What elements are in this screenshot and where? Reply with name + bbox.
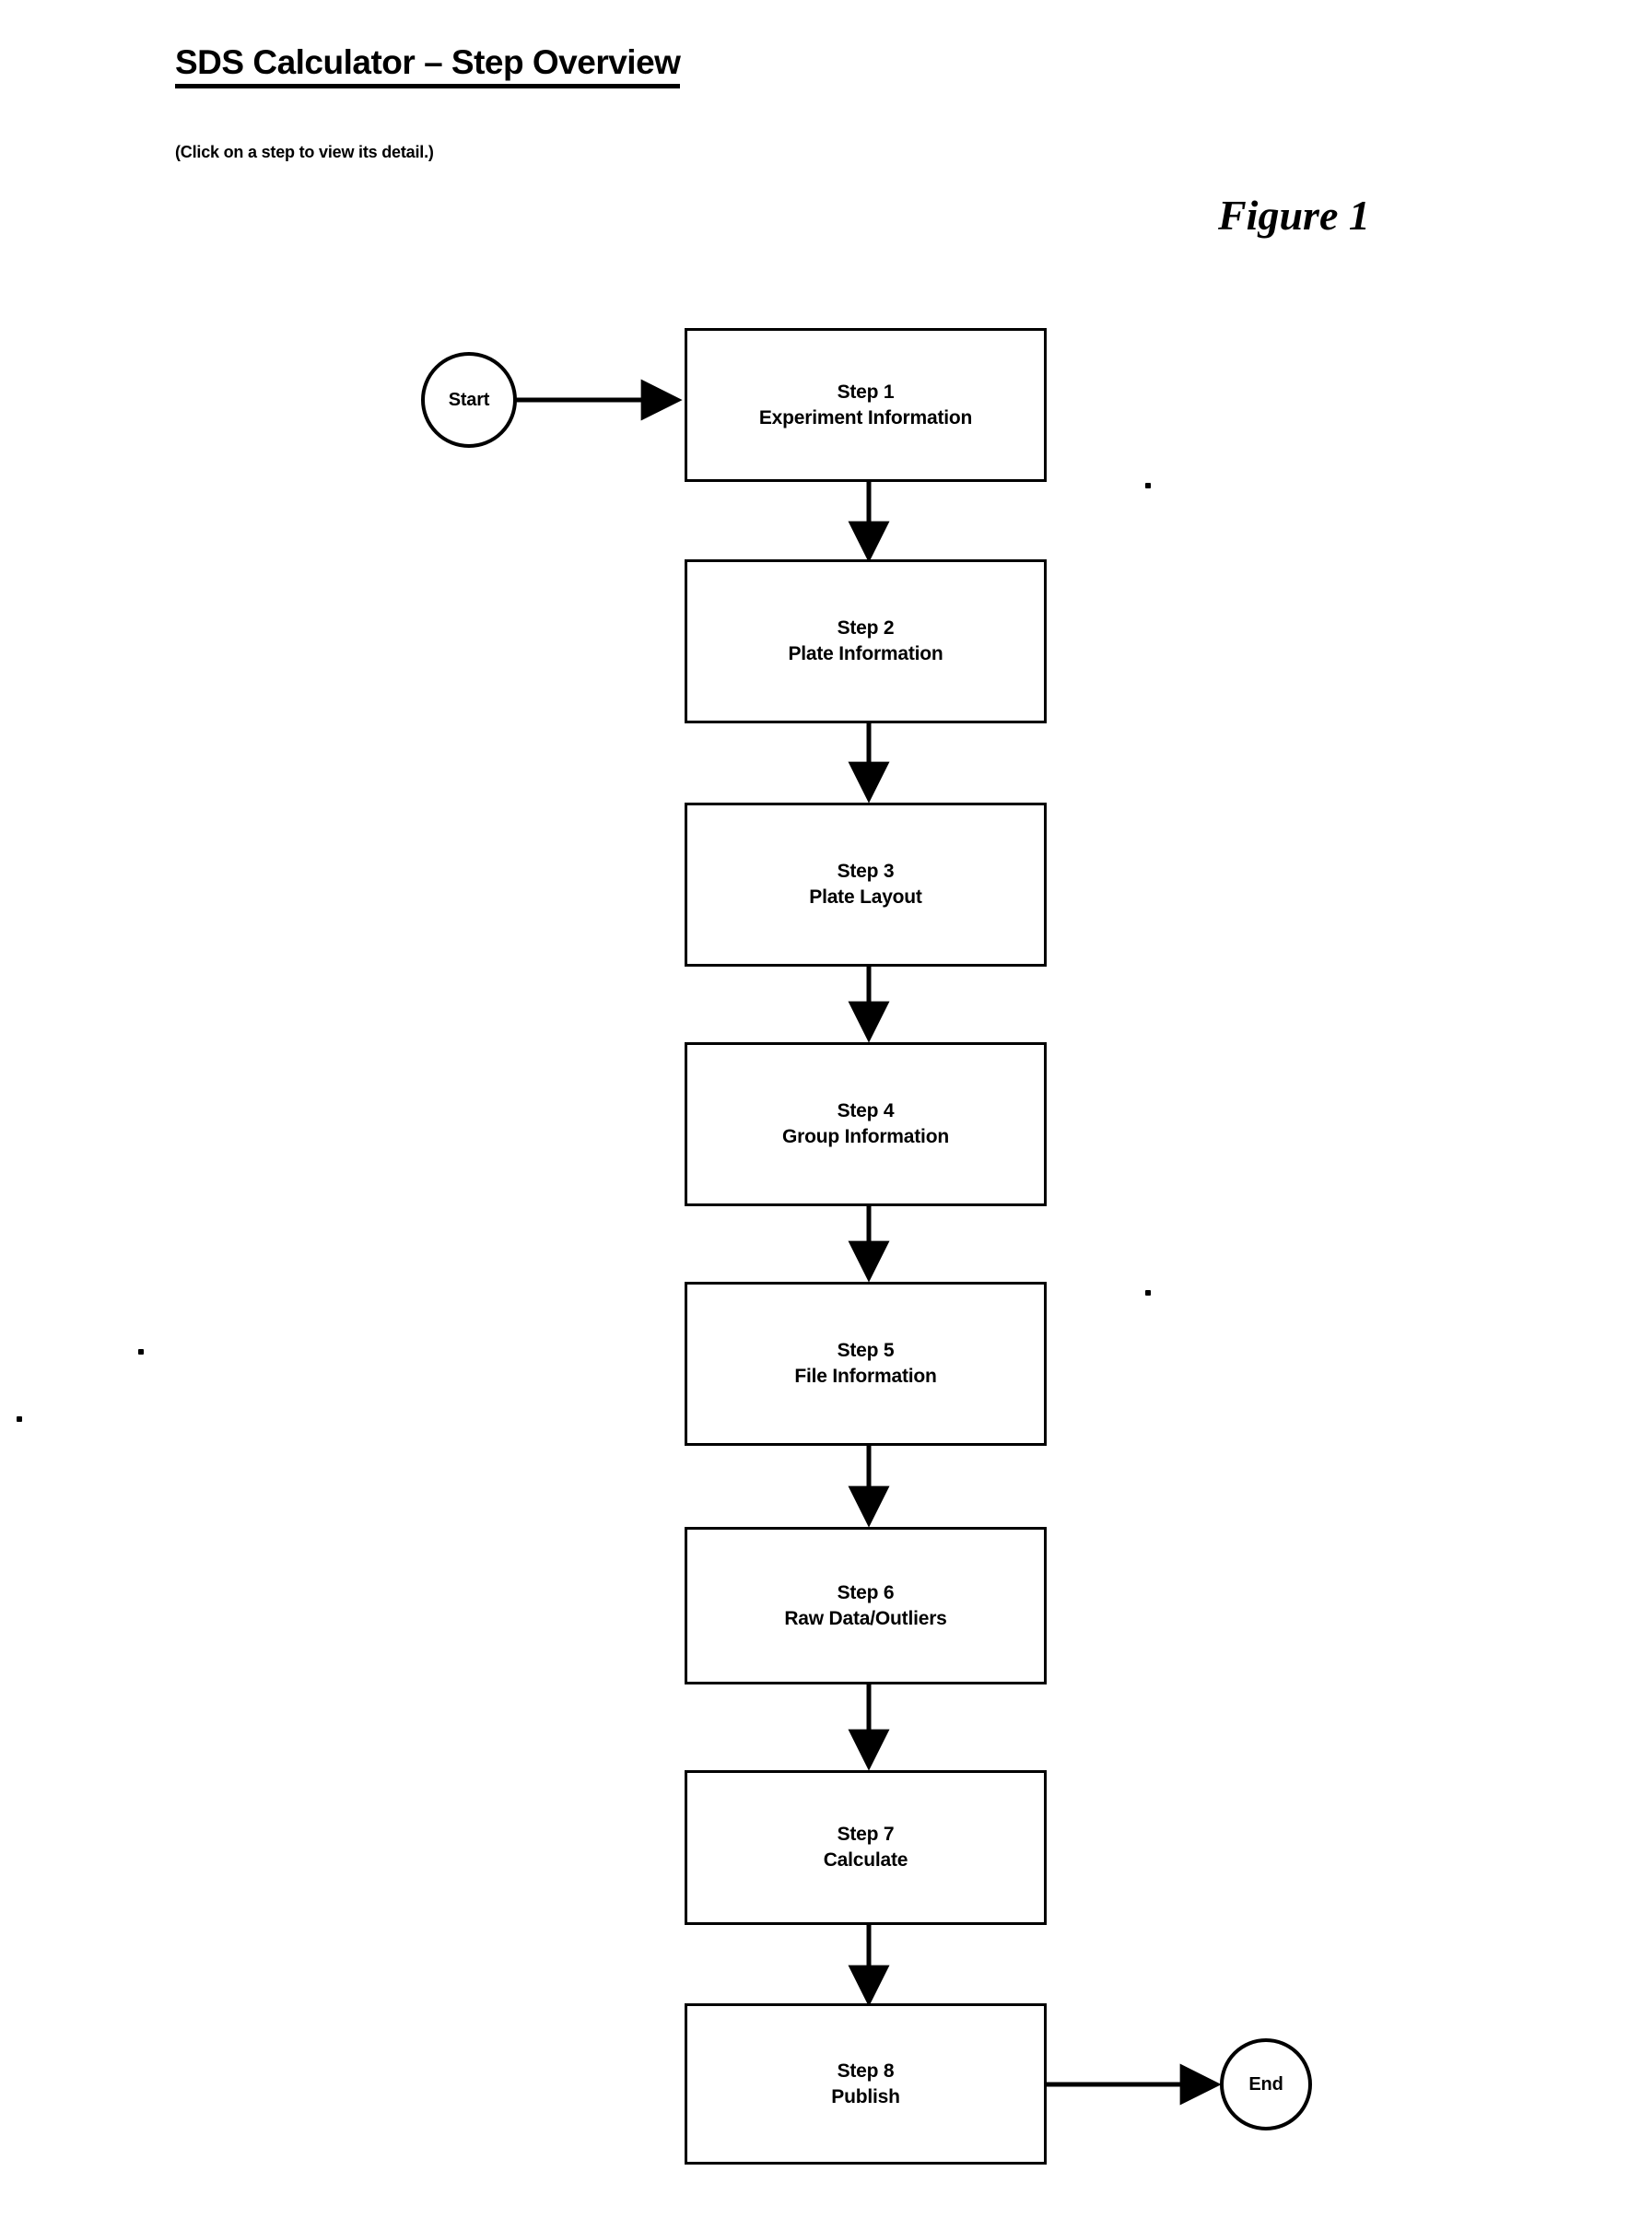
step-node-subtitle: Group Information [782, 1126, 949, 1147]
step-node-subtitle: Publish [831, 2085, 900, 2107]
step-node-subtitle: Experiment Information [758, 406, 973, 428]
step-node-title: Step 3 [837, 861, 895, 883]
step-node-title: Step 4 [837, 1100, 895, 1122]
step-node-step2[interactable]: Step 2 Plate Information [685, 559, 1047, 723]
start-terminator[interactable]: Start [421, 352, 517, 448]
end-terminator[interactable]: End [1220, 2038, 1312, 2130]
step-node-subtitle: Plate Information [788, 643, 943, 664]
step-node-title: Step 7 [837, 1824, 895, 1846]
step-node-step4[interactable]: Step 4 Group Information [685, 1042, 1047, 1206]
step-node-subtitle: File Information [794, 1366, 937, 1387]
document-page: SDS Calculator – Step Overview (Click on… [0, 0, 1652, 2230]
step-node-step8[interactable]: Step 8 Publish [685, 2003, 1047, 2165]
step-node-subtitle: Raw Data/Outliers [784, 1607, 947, 1629]
step-node-step6[interactable]: Step 6 Raw Data/Outliers [685, 1527, 1047, 1684]
step-node-step7[interactable]: Step 7 Calculate [685, 1770, 1047, 1925]
step-node-title: Step 8 [837, 2060, 895, 2082]
step-node-subtitle: Calculate [823, 1849, 908, 1871]
step-node-title: Step 6 [837, 1581, 895, 1603]
end-label: End [1248, 2073, 1283, 2095]
step-node-step1[interactable]: Step 1 Experiment Information [685, 328, 1047, 482]
flowchart: Start Step 1 Experiment Information Step… [0, 0, 1652, 2230]
step-node-title: Step 2 [837, 617, 895, 640]
step-node-title: Step 5 [837, 1340, 895, 1362]
step-node-step5[interactable]: Step 5 File Information [685, 1282, 1047, 1446]
start-label: Start [448, 389, 490, 410]
step-node-step3[interactable]: Step 3 Plate Layout [685, 803, 1047, 967]
step-node-subtitle: Plate Layout [809, 886, 922, 908]
step-node-title: Step 1 [837, 381, 895, 403]
